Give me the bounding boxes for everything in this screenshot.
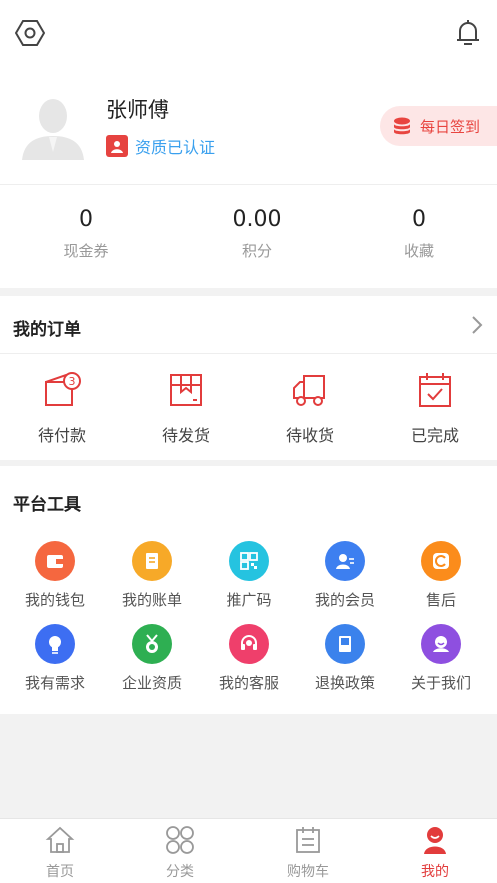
tab-label: 分类 — [166, 864, 194, 880]
certification-status[interactable]: 资质已认证 — [106, 134, 215, 158]
book-icon — [325, 624, 365, 664]
stat-label: 积分 — [241, 242, 272, 260]
order-label: 待付款 — [37, 426, 86, 445]
tool-label: 推广码 — [226, 591, 272, 609]
return-icon — [421, 541, 461, 581]
top-bar — [0, 0, 497, 68]
tab-home[interactable]: 首页 — [15, 825, 105, 881]
stat-points[interactable]: 0.00 积分 — [197, 207, 317, 261]
tool-label: 我有需求 — [24, 674, 85, 692]
daily-signin-label: 每日签到 — [420, 117, 481, 136]
tab-label: 购物车 — [287, 864, 329, 880]
certification-label: 资质已认证 — [135, 138, 216, 157]
tool-label: 退换政策 — [314, 674, 375, 692]
tool-label: 我的客服 — [218, 674, 279, 692]
order-pending-shipment[interactable]: 待发货 — [141, 372, 231, 446]
tool-bill[interactable]: 我的账单 — [110, 541, 194, 610]
home-icon — [45, 826, 75, 853]
user-name: 张师傅 — [106, 98, 169, 122]
order-completed[interactable]: 已完成 — [390, 372, 480, 446]
tab-category[interactable]: 分类 — [135, 825, 225, 881]
avatar[interactable] — [20, 92, 86, 160]
qrcode-icon — [229, 541, 269, 581]
cart-icon — [296, 827, 320, 853]
wallet-icon — [35, 541, 75, 581]
lightbulb-icon — [35, 624, 75, 664]
stats-row: 0 现金券 0.00 积分 0 收藏 — [0, 184, 497, 288]
bottom-tab-bar: 首页 分类 购物车 我的 — [0, 818, 497, 883]
tool-label: 我的会员 — [314, 591, 375, 609]
stat-value: 0 — [79, 207, 93, 232]
tool-requirements[interactable]: 我有需求 — [13, 624, 97, 693]
bell-icon[interactable] — [451, 16, 485, 50]
tool-label: 企业资质 — [121, 674, 182, 692]
platform-tools-section: 平台工具 我的钱包 我的账单 推广码 我的会员 售后 我有需求 企业资质 我的客… — [0, 466, 497, 714]
wallet-icon: 3 — [45, 372, 81, 406]
tool-label: 我的钱包 — [24, 591, 85, 609]
tab-label: 我的 — [421, 864, 449, 880]
order-pending-receipt[interactable]: 待收货 — [265, 372, 355, 446]
tool-wallet[interactable]: 我的钱包 — [13, 541, 97, 610]
daily-signin-button[interactable]: 每日签到 — [380, 106, 497, 146]
my-orders-header[interactable]: 我的订单 — [0, 296, 497, 354]
tab-cart[interactable]: 购物车 — [263, 825, 353, 881]
profile-panel: 张师傅 资质已认证 每日签到 0 现金券 0.00 积分 0 收藏 — [0, 0, 497, 288]
order-label: 待收货 — [285, 426, 334, 445]
order-badge-count: 3 — [69, 375, 76, 388]
stat-coupons[interactable]: 0 现金券 — [26, 207, 146, 261]
tool-label: 售后 — [425, 591, 456, 609]
truck-icon — [293, 375, 325, 406]
stat-value: 0.00 — [232, 207, 282, 232]
tab-label: 首页 — [46, 864, 74, 880]
tool-customer-service[interactable]: 我的客服 — [207, 624, 291, 693]
bill-icon — [132, 541, 172, 581]
tool-member[interactable]: 我的会员 — [303, 541, 387, 610]
order-label: 已完成 — [410, 426, 459, 445]
tool-about-us[interactable]: 关于我们 — [399, 624, 483, 693]
settings-icon[interactable] — [13, 16, 47, 50]
category-icon — [166, 826, 194, 854]
tool-return-policy[interactable]: 退换政策 — [303, 624, 387, 693]
coins-icon — [394, 117, 410, 135]
box-icon — [170, 374, 202, 406]
stat-favorites[interactable]: 0 收藏 — [359, 207, 479, 261]
headset-icon — [229, 624, 269, 664]
order-label: 待发货 — [161, 426, 210, 445]
my-orders-section: 我的订单 3 待付款 待发货 待收货 已完成 — [0, 296, 497, 460]
order-pending-payment[interactable]: 3 待付款 — [17, 372, 107, 446]
tool-qualification[interactable]: 企业资质 — [110, 624, 194, 693]
tool-label: 我的账单 — [121, 591, 182, 609]
tool-promo-code[interactable]: 推广码 — [207, 541, 291, 610]
stat-value: 0 — [412, 207, 426, 232]
tab-profile[interactable]: 我的 — [390, 825, 480, 881]
member-icon — [325, 541, 365, 581]
calendar-check-icon — [419, 373, 451, 407]
medal-icon — [132, 624, 172, 664]
stat-label: 现金券 — [63, 242, 109, 260]
certification-icon — [106, 135, 128, 157]
about-icon — [421, 624, 461, 664]
chevron-right-icon — [472, 316, 483, 334]
tool-label: 关于我们 — [410, 674, 471, 692]
tool-after-sales[interactable]: 售后 — [399, 541, 483, 610]
section-title: 平台工具 — [13, 495, 81, 515]
profile-icon — [424, 827, 446, 854]
section-title: 我的订单 — [13, 320, 81, 340]
stat-label: 收藏 — [403, 242, 434, 260]
